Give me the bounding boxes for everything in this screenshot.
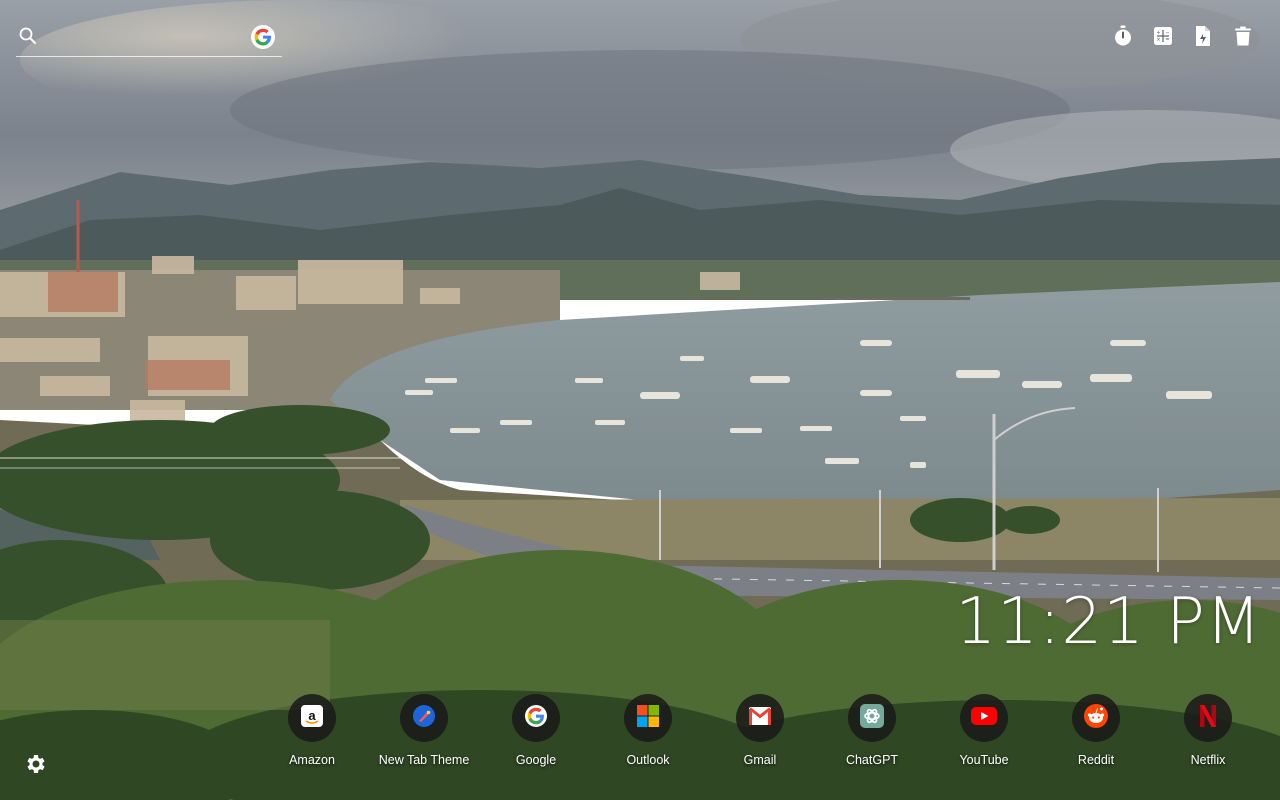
shortcut-reddit-circle: [1072, 694, 1120, 742]
shortcut-reddit[interactable]: Reddit: [1040, 694, 1152, 767]
shortcut-dock: a Amazon New Tab Theme Google Outlook Gm…: [0, 694, 1280, 784]
shortcut-label: Amazon: [289, 753, 335, 767]
google-icon: [525, 704, 547, 732]
search-input[interactable]: [46, 24, 250, 52]
chatgpt-icon: [860, 703, 884, 733]
google-search-engine-icon[interactable]: [251, 25, 275, 49]
youtube-icon: [971, 706, 997, 731]
shortcut-amazon-circle: a: [288, 694, 336, 742]
netflix-icon: [1199, 704, 1217, 733]
shortcut-amazon[interactable]: a Amazon: [256, 694, 368, 767]
shortcut-youtube-circle: [960, 694, 1008, 742]
svg-text:a: a: [308, 708, 316, 723]
calculator-icon[interactable]: + − × =: [1152, 24, 1174, 48]
shortcut-gmail-circle: [736, 694, 784, 742]
shortcut-label: Google: [515, 753, 557, 767]
amazon-icon: a: [301, 704, 323, 732]
svg-text:−: −: [1165, 30, 1169, 36]
shortcut-google-circle: [512, 694, 560, 742]
shortcut-label: Netflix: [1190, 753, 1226, 767]
shortcut-youtube[interactable]: YouTube: [928, 694, 1040, 767]
shortcut-label: Gmail: [743, 753, 777, 767]
shortcut-gmail[interactable]: Gmail: [704, 694, 816, 767]
shortcut-netflix-circle: [1184, 694, 1232, 742]
svg-text:×: ×: [1156, 37, 1160, 43]
new-tab-theme-icon: [412, 704, 436, 733]
search-icon[interactable]: [18, 26, 38, 46]
shortcut-label: Outlook: [626, 753, 670, 767]
shortcut-chatgpt-circle: [848, 694, 896, 742]
microsoft-icon: [636, 704, 660, 733]
background-landscape: [0, 0, 1280, 800]
search-bar: [16, 22, 282, 57]
settings-gear-icon[interactable]: [24, 752, 48, 776]
timer-icon[interactable]: [1112, 24, 1134, 48]
shortcut-new-tab-theme-circle: [400, 694, 448, 742]
clock: 11:21 PM: [955, 585, 1262, 659]
shortcut-label: Reddit: [1077, 753, 1115, 767]
shortcut-netflix[interactable]: Netflix: [1152, 694, 1264, 767]
shortcut-chatgpt[interactable]: ChatGPT: [816, 694, 928, 767]
shortcut-label: ChatGPT: [845, 753, 899, 767]
shortcut-new-tab-theme[interactable]: New Tab Theme: [368, 694, 480, 767]
reddit-icon: [1083, 703, 1109, 734]
svg-text:+: +: [1156, 30, 1160, 36]
trash-icon[interactable]: [1232, 24, 1254, 48]
shortcut-outlook[interactable]: Outlook: [592, 694, 704, 767]
document-icon[interactable]: [1192, 24, 1214, 48]
toolbar: + − × =: [1112, 24, 1254, 48]
shortcut-outlook-circle: [624, 694, 672, 742]
shortcut-google[interactable]: Google: [480, 694, 592, 767]
svg-text:=: =: [1165, 37, 1169, 43]
gmail-icon: [748, 704, 772, 733]
shortcut-label: YouTube: [959, 753, 1009, 767]
shortcut-label: New Tab Theme: [378, 753, 470, 767]
